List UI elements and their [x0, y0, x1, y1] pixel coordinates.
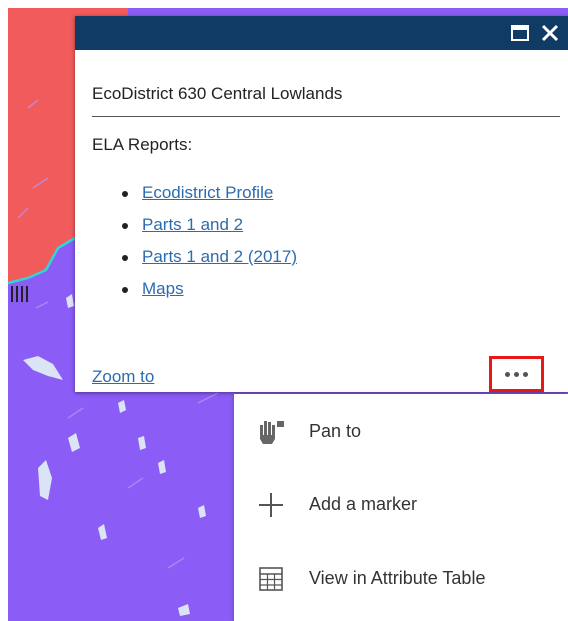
table-icon	[259, 567, 283, 591]
link-maps[interactable]: Maps	[142, 279, 184, 298]
menu-label: View in Attribute Table	[309, 568, 486, 588]
list-item: Ecodistrict Profile	[122, 182, 297, 214]
more-actions-button[interactable]	[489, 356, 544, 392]
feature-popup: EcoDistrict 630 Central Lowlands ELA Rep…	[75, 16, 568, 392]
link-ecodistrict-profile[interactable]: Ecodistrict Profile	[142, 183, 273, 202]
menu-item-add-marker[interactable]: Add a marker	[234, 480, 568, 530]
list-item: Parts 1 and 2	[122, 214, 297, 246]
reports-label: ELA Reports:	[92, 135, 193, 154]
report-links-list: Ecodistrict Profile Parts 1 and 2 Parts …	[122, 182, 297, 310]
maximize-icon[interactable]	[508, 21, 532, 45]
menu-label: Add a marker	[309, 494, 418, 514]
menu-item-pan-to[interactable]: Pan to	[234, 407, 568, 457]
list-item: Parts 1 and 2 (2017)	[122, 246, 297, 278]
bullet-icon	[122, 223, 128, 229]
menu-item-view-attribute-table[interactable]: View in Attribute Table	[234, 554, 568, 604]
bullet-icon	[122, 255, 128, 261]
title-divider	[92, 116, 560, 117]
popup-pointer	[120, 198, 142, 224]
link-parts-1-and-2-2017[interactable]: Parts 1 and 2 (2017)	[142, 247, 297, 266]
list-item: Maps	[122, 278, 297, 310]
popup-header	[75, 16, 568, 50]
ellipsis-icon	[505, 371, 528, 377]
pan-hand-icon	[260, 421, 284, 444]
popup-title: EcoDistrict 630 Central Lowlands	[92, 84, 343, 103]
zoom-to-link[interactable]: Zoom to	[92, 367, 154, 387]
link-parts-1-and-2[interactable]: Parts 1 and 2	[142, 215, 243, 234]
menu-label: Pan to	[309, 421, 362, 441]
bullet-icon	[122, 191, 128, 197]
map-viewport[interactable]: EcoDistrict 630 Central Lowlands ELA Rep…	[8, 8, 568, 621]
plus-icon	[259, 493, 283, 517]
actions-menu: Pan to Add a marker View in Attribute Ta…	[234, 394, 568, 621]
close-icon[interactable]	[538, 21, 562, 45]
bullet-icon	[122, 287, 128, 293]
